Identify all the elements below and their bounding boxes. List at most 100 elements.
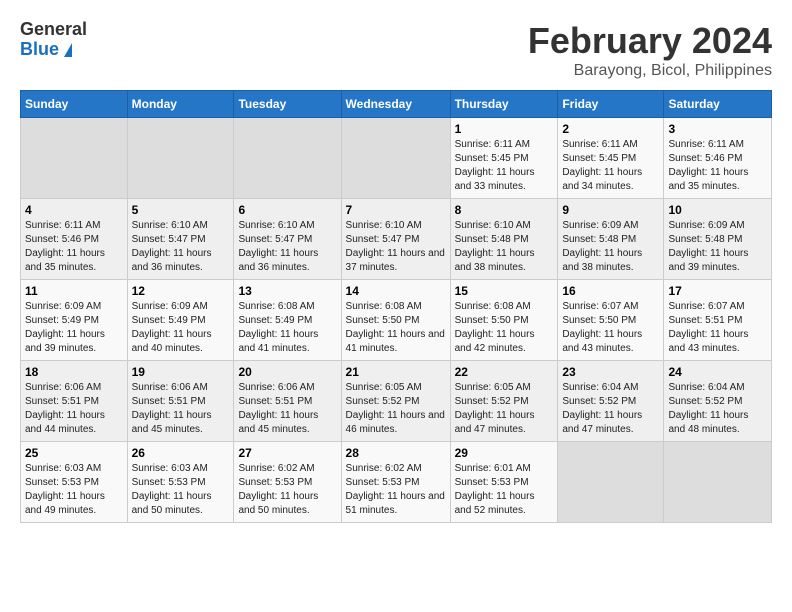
- calendar-cell: [664, 442, 772, 523]
- day-info: Sunrise: 6:08 AM Sunset: 5:50 PM Dayligh…: [346, 300, 446, 356]
- calendar-week-row: 25 Sunrise: 6:03 AM Sunset: 5:53 PM Dayli…: [21, 442, 772, 523]
- calendar-cell: 26 Sunrise: 6:03 AM Sunset: 5:53 PM Dayli…: [127, 442, 234, 523]
- day-number: 8: [455, 203, 554, 217]
- day-number: 27: [238, 446, 336, 460]
- calendar-cell: 7 Sunrise: 6:10 AM Sunset: 5:47 PM Daylig…: [341, 199, 450, 280]
- calendar-cell: 27 Sunrise: 6:02 AM Sunset: 5:53 PM Dayli…: [234, 442, 341, 523]
- day-info: Sunrise: 6:01 AM Sunset: 5:53 PM Dayligh…: [455, 462, 554, 518]
- day-info: Sunrise: 6:02 AM Sunset: 5:53 PM Dayligh…: [238, 462, 336, 518]
- day-number: 17: [668, 284, 767, 298]
- day-number: 14: [346, 284, 446, 298]
- calendar-title: February 2024: [528, 20, 772, 62]
- day-info: Sunrise: 6:03 AM Sunset: 5:53 PM Dayligh…: [25, 462, 123, 518]
- day-number: 7: [346, 203, 446, 217]
- weekday-header-row: SundayMondayTuesdayWednesdayThursdayFrid…: [21, 91, 772, 118]
- calendar-week-row: 18 Sunrise: 6:06 AM Sunset: 5:51 PM Dayli…: [21, 361, 772, 442]
- day-info: Sunrise: 6:08 AM Sunset: 5:50 PM Dayligh…: [455, 300, 554, 356]
- calendar-cell: 14 Sunrise: 6:08 AM Sunset: 5:50 PM Dayli…: [341, 280, 450, 361]
- calendar-cell: [234, 118, 341, 199]
- day-number: 25: [25, 446, 123, 460]
- day-number: 28: [346, 446, 446, 460]
- day-info: Sunrise: 6:09 AM Sunset: 5:49 PM Dayligh…: [25, 300, 123, 356]
- calendar-cell: 24Sunrise: 6:04 AM Sunset: 5:52 PM Dayli…: [664, 361, 772, 442]
- calendar-cell: 19Sunrise: 6:06 AM Sunset: 5:51 PM Dayli…: [127, 361, 234, 442]
- day-info: Sunrise: 6:04 AM Sunset: 5:52 PM Dayligh…: [668, 381, 767, 437]
- day-number: 10: [668, 203, 767, 217]
- day-info: Sunrise: 6:11 AM Sunset: 5:45 PM Dayligh…: [455, 138, 554, 194]
- day-info: Sunrise: 6:11 AM Sunset: 5:46 PM Dayligh…: [668, 138, 767, 194]
- calendar-week-row: 1 Sunrise: 6:11 AM Sunset: 5:45 PM Daylig…: [21, 118, 772, 199]
- day-number: 15: [455, 284, 554, 298]
- day-info: Sunrise: 6:10 AM Sunset: 5:48 PM Dayligh…: [455, 219, 554, 275]
- day-info: Sunrise: 6:10 AM Sunset: 5:47 PM Dayligh…: [346, 219, 446, 275]
- header: General Blue February 2024 Barayong, Bic…: [20, 20, 772, 80]
- calendar-cell: [558, 442, 664, 523]
- day-info: Sunrise: 6:09 AM Sunset: 5:48 PM Dayligh…: [668, 219, 767, 275]
- calendar-cell: [127, 118, 234, 199]
- weekday-header: Thursday: [450, 91, 558, 118]
- calendar-cell: 15 Sunrise: 6:08 AM Sunset: 5:50 PM Dayli…: [450, 280, 558, 361]
- calendar-cell: 23 Sunrise: 6:04 AM Sunset: 5:52 PM Dayli…: [558, 361, 664, 442]
- day-info: Sunrise: 6:05 AM Sunset: 5:52 PM Dayligh…: [346, 381, 446, 437]
- day-info: Sunrise: 6:07 AM Sunset: 5:51 PM Dayligh…: [668, 300, 767, 356]
- day-number: 26: [132, 446, 230, 460]
- day-number: 11: [25, 284, 123, 298]
- weekday-header: Tuesday: [234, 91, 341, 118]
- weekday-header: Friday: [558, 91, 664, 118]
- calendar-cell: 10 Sunrise: 6:09 AM Sunset: 5:48 PM Dayli…: [664, 199, 772, 280]
- calendar-table: SundayMondayTuesdayWednesdayThursdayFrid…: [20, 90, 772, 523]
- calendar-cell: 6 Sunrise: 6:10 AM Sunset: 5:47 PM Daylig…: [234, 199, 341, 280]
- calendar-cell: 17 Sunrise: 6:07 AM Sunset: 5:51 PM Dayli…: [664, 280, 772, 361]
- calendar-cell: 18Sunrise: 6:06 AM Sunset: 5:51 PM Dayli…: [21, 361, 128, 442]
- calendar-cell: 21Sunrise: 6:05 AM Sunset: 5:52 PM Dayli…: [341, 361, 450, 442]
- calendar-cell: 3 Sunrise: 6:11 AM Sunset: 5:46 PM Daylig…: [664, 118, 772, 199]
- day-number: 6: [238, 203, 336, 217]
- calendar-cell: 5Sunrise: 6:10 AM Sunset: 5:47 PM Daylig…: [127, 199, 234, 280]
- day-number: 16: [562, 284, 659, 298]
- calendar-cell: 1 Sunrise: 6:11 AM Sunset: 5:45 PM Daylig…: [450, 118, 558, 199]
- day-number: 1: [455, 122, 554, 136]
- calendar-cell: 11 Sunrise: 6:09 AM Sunset: 5:49 PM Dayli…: [21, 280, 128, 361]
- day-number: 2: [562, 122, 659, 136]
- day-info: Sunrise: 6:09 AM Sunset: 5:48 PM Dayligh…: [562, 219, 659, 275]
- calendar-cell: 28 Sunrise: 6:02 AM Sunset: 5:53 PM Dayli…: [341, 442, 450, 523]
- day-number: 20: [238, 365, 336, 379]
- day-info: Sunrise: 6:06 AM Sunset: 5:51 PM Dayligh…: [238, 381, 336, 437]
- calendar-cell: 9Sunrise: 6:09 AM Sunset: 5:48 PM Daylig…: [558, 199, 664, 280]
- weekday-header: Saturday: [664, 91, 772, 118]
- weekday-header: Wednesday: [341, 91, 450, 118]
- day-number: 22: [455, 365, 554, 379]
- day-info: Sunrise: 6:02 AM Sunset: 5:53 PM Dayligh…: [346, 462, 446, 518]
- day-info: Sunrise: 6:06 AM Sunset: 5:51 PM Dayligh…: [132, 381, 230, 437]
- day-number: 12: [132, 284, 230, 298]
- day-number: 3: [668, 122, 767, 136]
- day-info: Sunrise: 6:08 AM Sunset: 5:49 PM Dayligh…: [238, 300, 336, 356]
- day-info: Sunrise: 6:11 AM Sunset: 5:46 PM Dayligh…: [25, 219, 123, 275]
- calendar-week-row: 4Sunrise: 6:11 AM Sunset: 5:46 PM Daylig…: [21, 199, 772, 280]
- day-info: Sunrise: 6:07 AM Sunset: 5:50 PM Dayligh…: [562, 300, 659, 356]
- logo-blue: Blue: [20, 40, 87, 60]
- calendar-cell: 29Sunrise: 6:01 AM Sunset: 5:53 PM Dayli…: [450, 442, 558, 523]
- calendar-week-row: 11 Sunrise: 6:09 AM Sunset: 5:49 PM Dayli…: [21, 280, 772, 361]
- day-info: Sunrise: 6:10 AM Sunset: 5:47 PM Dayligh…: [238, 219, 336, 275]
- weekday-header: Monday: [127, 91, 234, 118]
- calendar-cell: 12 Sunrise: 6:09 AM Sunset: 5:49 PM Dayli…: [127, 280, 234, 361]
- day-number: 18: [25, 365, 123, 379]
- day-info: Sunrise: 6:11 AM Sunset: 5:45 PM Dayligh…: [562, 138, 659, 194]
- calendar-cell: 16 Sunrise: 6:07 AM Sunset: 5:50 PM Dayli…: [558, 280, 664, 361]
- calendar-cell: 20 Sunrise: 6:06 AM Sunset: 5:51 PM Dayli…: [234, 361, 341, 442]
- title-area: February 2024 Barayong, Bicol, Philippin…: [528, 20, 772, 80]
- calendar-cell: 22 Sunrise: 6:05 AM Sunset: 5:52 PM Dayli…: [450, 361, 558, 442]
- calendar-cell: 8 Sunrise: 6:10 AM Sunset: 5:48 PM Daylig…: [450, 199, 558, 280]
- day-info: Sunrise: 6:10 AM Sunset: 5:47 PM Dayligh…: [132, 219, 230, 275]
- logo-general: General: [20, 20, 87, 40]
- calendar-subtitle: Barayong, Bicol, Philippines: [528, 62, 772, 80]
- day-info: Sunrise: 6:03 AM Sunset: 5:53 PM Dayligh…: [132, 462, 230, 518]
- calendar-cell: 25 Sunrise: 6:03 AM Sunset: 5:53 PM Dayli…: [21, 442, 128, 523]
- day-info: Sunrise: 6:04 AM Sunset: 5:52 PM Dayligh…: [562, 381, 659, 437]
- calendar-cell: 2 Sunrise: 6:11 AM Sunset: 5:45 PM Daylig…: [558, 118, 664, 199]
- day-number: 23: [562, 365, 659, 379]
- calendar-cell: 4Sunrise: 6:11 AM Sunset: 5:46 PM Daylig…: [21, 199, 128, 280]
- day-info: Sunrise: 6:09 AM Sunset: 5:49 PM Dayligh…: [132, 300, 230, 356]
- day-info: Sunrise: 6:05 AM Sunset: 5:52 PM Dayligh…: [455, 381, 554, 437]
